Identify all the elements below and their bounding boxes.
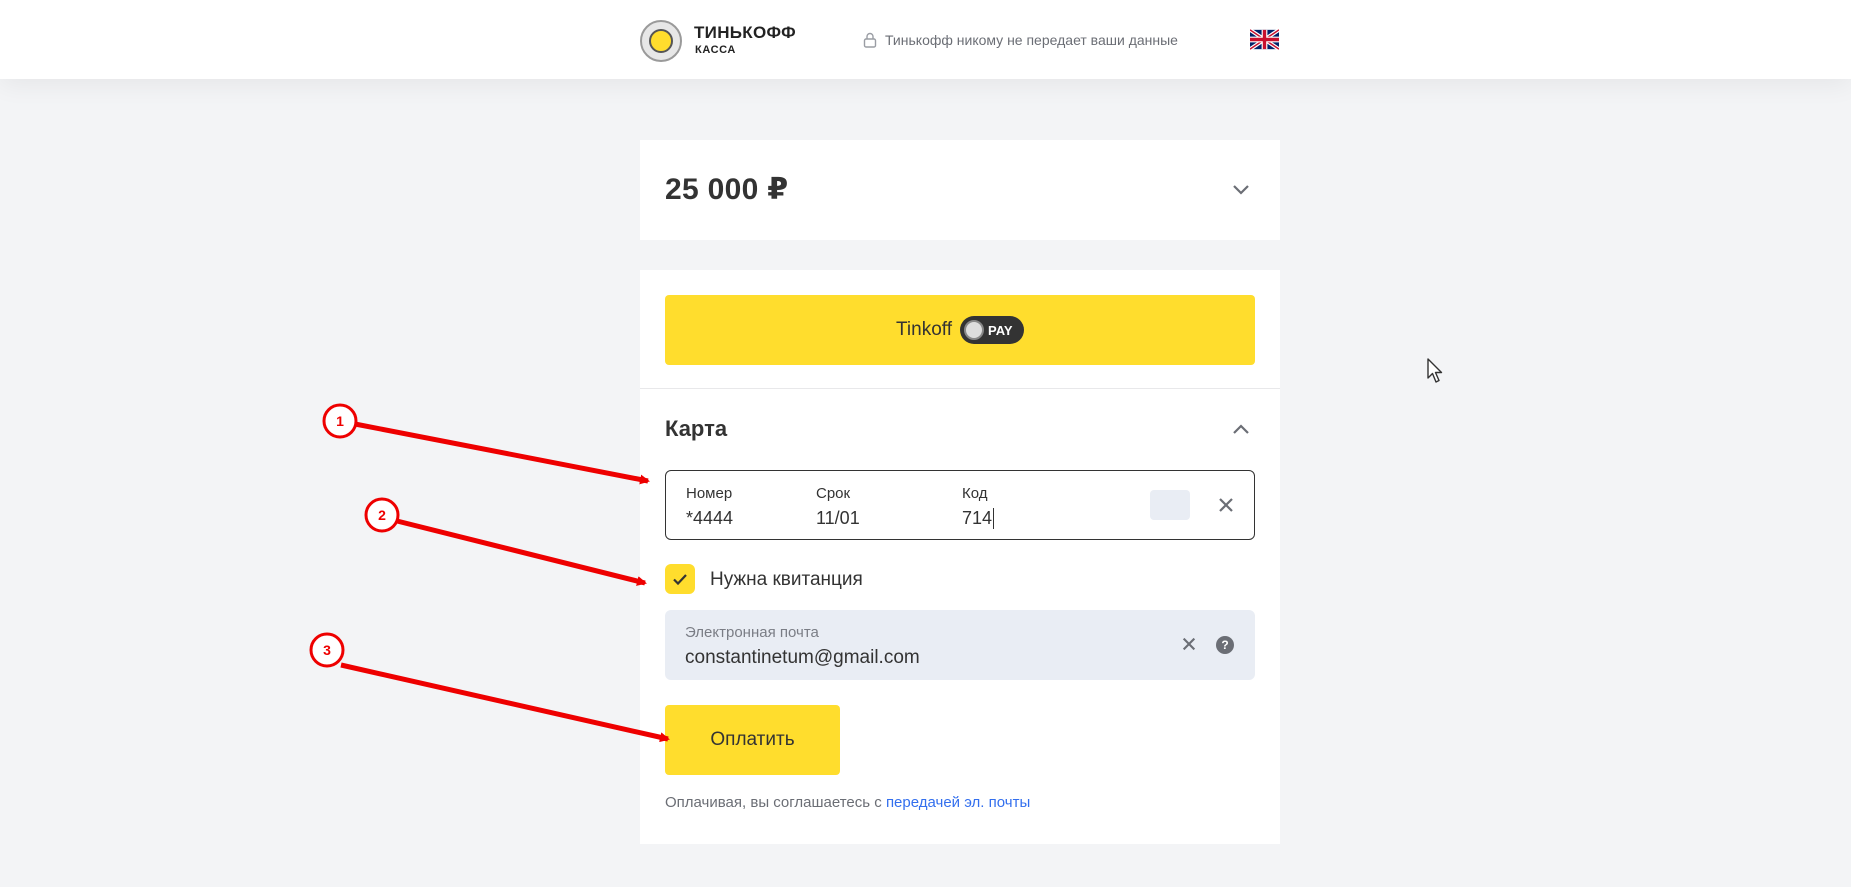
security-text: Тинькофф никому не передает ваши данные xyxy=(885,32,1178,48)
security-notice: Тинькофф никому не передает ваши данные xyxy=(863,31,1178,49)
uk-flag-icon[interactable] xyxy=(1250,29,1279,50)
help-icon[interactable]: ? xyxy=(1216,636,1234,654)
pay-badge: PAY xyxy=(959,316,1024,344)
mouse-cursor-icon xyxy=(1427,358,1443,383)
tinkoff-kassa-logo: ТИНЬКОФФ КАССА xyxy=(640,18,805,62)
checkmark-icon xyxy=(673,573,687,585)
brand-title: ТИНЬКОФФ xyxy=(694,23,796,42)
pay-badge-text: PAY xyxy=(987,322,1013,338)
annotation-1-label: 1 xyxy=(336,413,344,429)
annotation-2-label: 2 xyxy=(378,507,386,523)
cvc-label: Код xyxy=(962,485,988,502)
tinkoff-pay-button[interactable]: Tinkoff PAY xyxy=(665,295,1255,365)
card-number-label: Номер xyxy=(686,485,733,502)
annotation-1: 1 xyxy=(322,403,650,485)
agreement-prefix: Оплачивая, вы соглашаетесь с xyxy=(665,794,886,811)
payment-amount: 25 000 ₽ xyxy=(665,173,789,206)
chevron-down-icon[interactable] xyxy=(1232,184,1250,196)
email-transfer-link[interactable]: передачей эл. почты xyxy=(886,794,1030,811)
email-field[interactable]: Электронная почта constantinetum@gmail.c… xyxy=(665,610,1255,680)
cvc-field[interactable]: 714 xyxy=(962,508,995,529)
card-number-field[interactable]: *4444 xyxy=(686,508,733,529)
annotation-3-label: 3 xyxy=(323,642,331,658)
lock-icon xyxy=(863,32,877,48)
annotation-3: 3 xyxy=(309,632,670,743)
receipt-checkbox-label[interactable]: Нужна квитанция xyxy=(710,569,863,591)
tinkoff-emblem-icon xyxy=(640,20,682,62)
tinkoff-emblem-icon xyxy=(963,320,984,340)
tinkoff-pay-label: Tinkoff xyxy=(896,319,952,340)
chevron-up-icon[interactable] xyxy=(1232,423,1250,435)
payment-panel: Tinkoff PAY Карта Номер *4444 Срок 11/01… xyxy=(640,270,1280,844)
amount-panel[interactable]: 25 000 ₽ xyxy=(640,140,1280,240)
expiry-label: Срок xyxy=(816,485,851,502)
close-icon[interactable] xyxy=(1181,636,1197,652)
email-value[interactable]: constantinetum@gmail.com xyxy=(685,647,920,669)
pay-button[interactable]: Оплатить xyxy=(665,705,840,775)
close-icon[interactable] xyxy=(1217,496,1235,514)
expiry-field[interactable]: 11/01 xyxy=(816,508,860,529)
divider xyxy=(640,388,1280,389)
card-details-input[interactable]: Номер *4444 Срок 11/01 Код 714 xyxy=(665,470,1255,540)
receipt-checkbox[interactable] xyxy=(665,564,695,594)
brand-subtitle: КАССА xyxy=(695,44,736,56)
header-bar: ТИНЬКОФФ КАССА Тинькофф никому не переда… xyxy=(0,0,1851,79)
agreement-text: Оплачивая, вы соглашаетесь с передачей э… xyxy=(665,794,1030,811)
card-brand-icon xyxy=(1150,490,1190,520)
card-section-title: Карта xyxy=(665,416,728,441)
annotation-2: 2 xyxy=(364,497,647,586)
email-label: Электронная почта xyxy=(685,624,819,641)
